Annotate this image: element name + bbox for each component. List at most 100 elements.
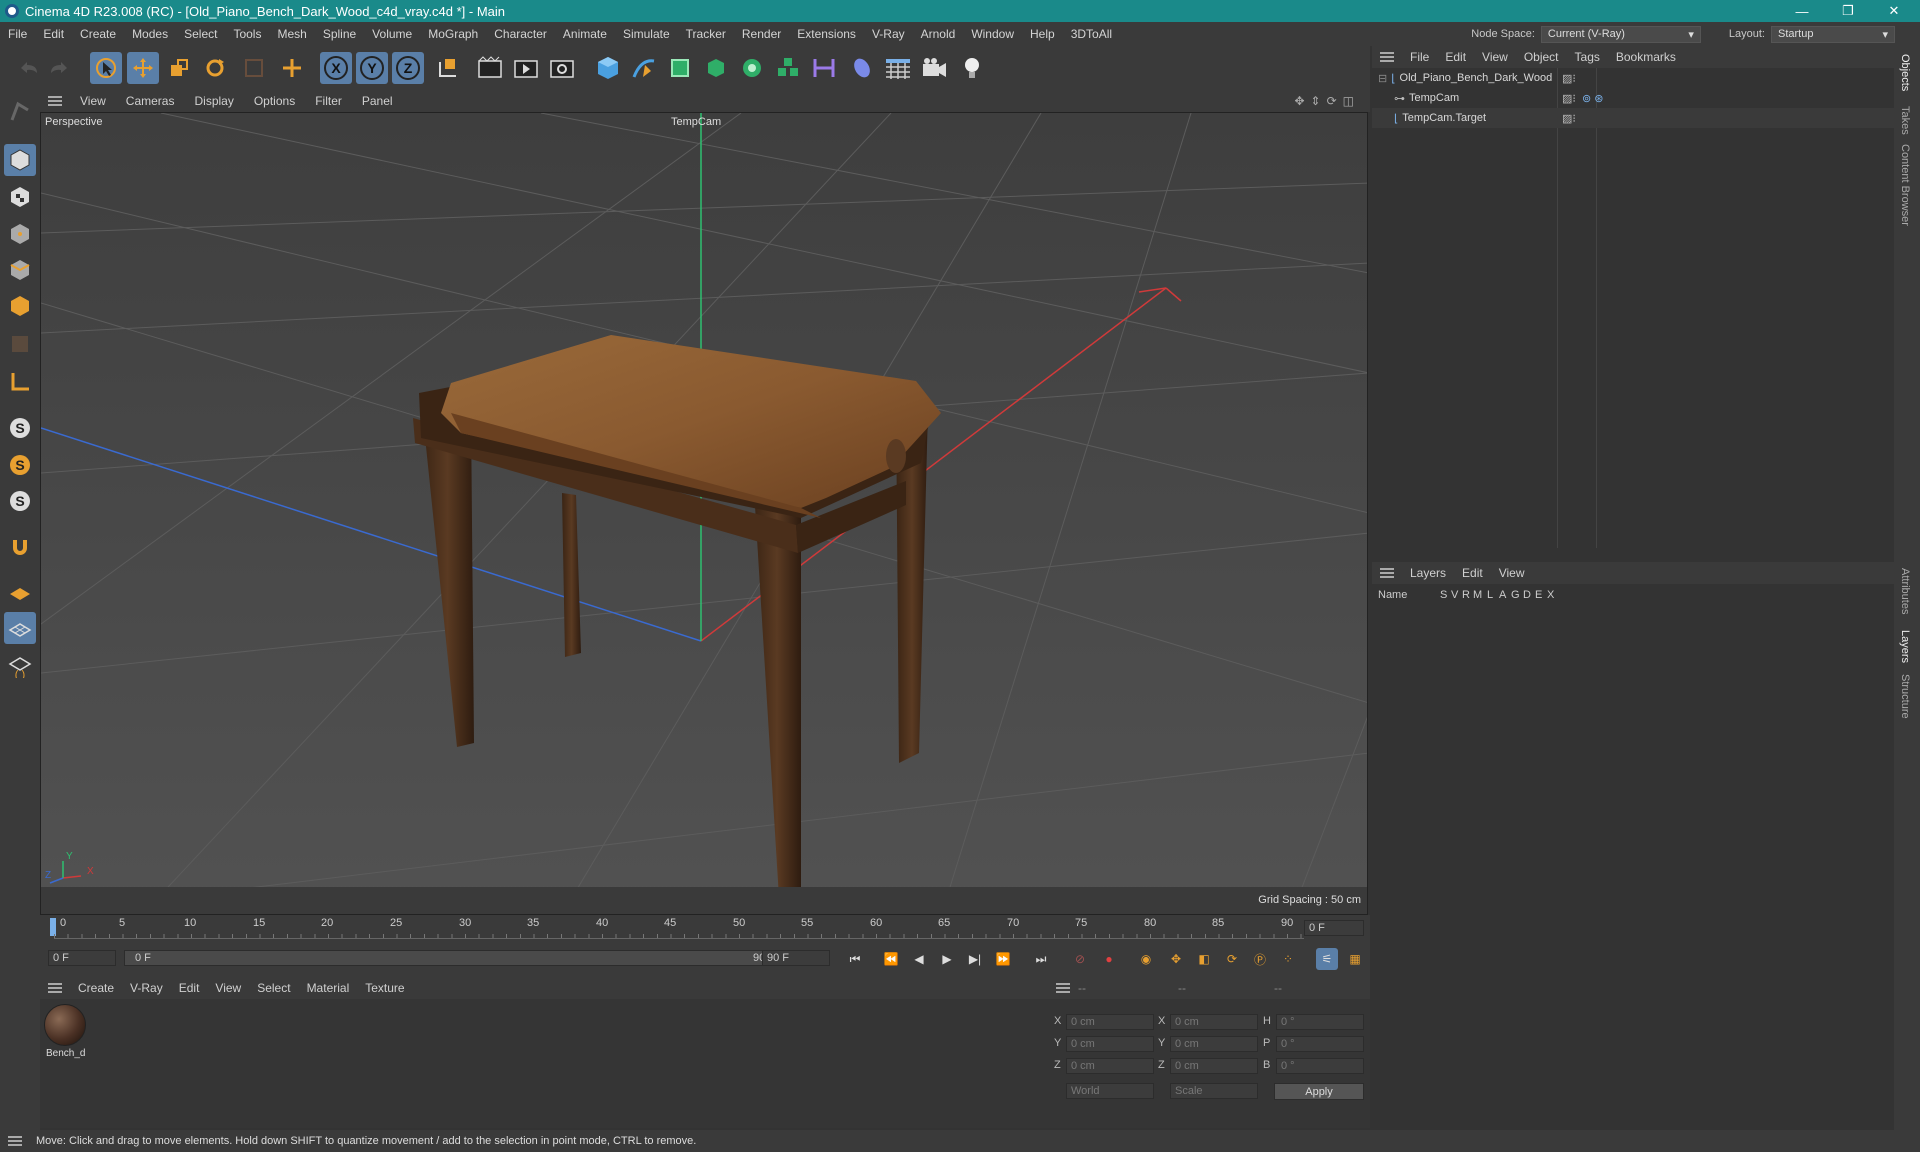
- material-menu-view[interactable]: View: [207, 981, 249, 995]
- tab-takes[interactable]: Takes: [1899, 106, 1911, 135]
- viewport-menu-view[interactable]: View: [70, 94, 116, 108]
- pos-y-field[interactable]: 0 cm: [1066, 1036, 1154, 1052]
- menu-window[interactable]: Window: [963, 27, 1022, 41]
- menu-extensions[interactable]: Extensions: [789, 27, 864, 41]
- points-mode-icon[interactable]: [4, 218, 36, 250]
- menu-simulate[interactable]: Simulate: [615, 27, 678, 41]
- layer-flag-g[interactable]: G: [1511, 589, 1523, 601]
- timeline-window-icon[interactable]: ▦: [1344, 948, 1366, 970]
- solo-single-icon[interactable]: S: [4, 449, 36, 481]
- texture-mode-icon[interactable]: [4, 181, 36, 213]
- light-object-icon[interactable]: [956, 52, 988, 84]
- target-tag-icon[interactable]: ⊚ ⊛: [1582, 92, 1604, 105]
- layer-flag-v[interactable]: V: [1451, 589, 1462, 601]
- polygons-mode-icon[interactable]: [4, 290, 36, 322]
- field-icon[interactable]: [846, 52, 878, 84]
- previous-frame-icon[interactable]: ◀: [908, 948, 930, 970]
- material-menu-vray[interactable]: V-Ray: [122, 981, 171, 995]
- viewport-menu-display[interactable]: Display: [184, 94, 243, 108]
- workplane-icon[interactable]: [4, 576, 36, 608]
- tab-layers[interactable]: Layers: [1899, 630, 1911, 663]
- menu-tools[interactable]: Tools: [225, 27, 269, 41]
- rot-h-field[interactable]: 0 °: [1276, 1014, 1364, 1030]
- tab-structure[interactable]: Structure: [1899, 674, 1911, 719]
- 3d-viewport[interactable]: Perspective TempCam Y Z X Grid Spacing :…: [40, 112, 1368, 915]
- recent-tool-icon[interactable]: [238, 52, 270, 84]
- z-axis-lock-icon[interactable]: Z: [392, 52, 424, 84]
- y-axis-lock-icon[interactable]: Y: [356, 52, 388, 84]
- material-menu-texture[interactable]: Texture: [357, 981, 412, 995]
- go-to-end-icon[interactable]: ⏭: [1030, 948, 1052, 970]
- workplane-grid-icon[interactable]: [4, 612, 36, 644]
- material-menu-create[interactable]: Create: [70, 981, 122, 995]
- subdivision-surface-icon[interactable]: [664, 52, 696, 84]
- menu-arnold[interactable]: Arnold: [913, 27, 964, 41]
- layout-dropdown[interactable]: Startup ▾: [1771, 25, 1895, 43]
- edit-toggle-icon[interactable]: ▨⁝: [1562, 112, 1576, 125]
- solo-hierarchy-icon[interactable]: S: [4, 485, 36, 517]
- pos-z-field[interactable]: 0 cm: [1066, 1058, 1154, 1074]
- scale-tool-icon[interactable]: [163, 52, 195, 84]
- material-menu-select[interactable]: Select: [249, 981, 298, 995]
- menu-character[interactable]: Character: [486, 27, 555, 41]
- menu-mesh[interactable]: Mesh: [269, 27, 314, 41]
- layer-flag-r[interactable]: R: [1462, 589, 1473, 601]
- go-to-start-icon[interactable]: ⏮: [844, 948, 866, 970]
- menu-volume[interactable]: Volume: [364, 27, 420, 41]
- layer-flag-a[interactable]: A: [1499, 589, 1511, 601]
- next-frame-icon[interactable]: ▶|: [964, 948, 986, 970]
- object-row-tempcam-target[interactable]: ⌊ TempCam.Target ▨⁝: [1372, 108, 1894, 128]
- key-pla-icon[interactable]: ⁘: [1277, 948, 1299, 970]
- extrude-icon[interactable]: [700, 52, 732, 84]
- locked-workplane-icon[interactable]: ( ): [4, 650, 36, 682]
- make-editable-icon[interactable]: [4, 96, 36, 128]
- start-frame-field[interactable]: 0 F: [48, 950, 116, 966]
- menu-modes[interactable]: Modes: [124, 27, 176, 41]
- motion-tracking-icon[interactable]: ⚟: [1316, 948, 1338, 970]
- size-y-field[interactable]: 0 cm: [1170, 1036, 1258, 1052]
- menu-help[interactable]: Help: [1022, 27, 1063, 41]
- viewport-menu-icon[interactable]: [48, 96, 62, 106]
- size-z-field[interactable]: 0 cm: [1170, 1058, 1258, 1074]
- keyframe-selection-icon[interactable]: ◉: [1135, 948, 1157, 970]
- layer-flag-m[interactable]: M: [1473, 589, 1487, 601]
- layer-menu-layers[interactable]: Layers: [1402, 566, 1454, 580]
- material-menu-icon[interactable]: [48, 983, 62, 993]
- menu-animate[interactable]: Animate: [555, 27, 615, 41]
- end-frame-field[interactable]: 90 F: [762, 950, 830, 966]
- live-selection-icon[interactable]: [276, 52, 308, 84]
- render-view-icon[interactable]: [474, 52, 506, 84]
- object-manager-menu-icon[interactable]: [1380, 52, 1394, 62]
- solo-off-icon[interactable]: S: [4, 412, 36, 444]
- layer-flag-s[interactable]: S: [1440, 589, 1451, 601]
- rot-p-field[interactable]: 0 °: [1276, 1036, 1364, 1052]
- render-settings-icon[interactable]: [546, 52, 578, 84]
- apply-button[interactable]: Apply: [1274, 1083, 1364, 1100]
- tab-content-browser[interactable]: Content Browser: [1899, 144, 1911, 226]
- node-space-dropdown[interactable]: Current (V-Ray) ▾: [1540, 25, 1701, 43]
- menu-spline[interactable]: Spline: [315, 27, 364, 41]
- menu-tracker[interactable]: Tracker: [678, 27, 734, 41]
- size-x-field[interactable]: 0 cm: [1170, 1014, 1258, 1030]
- layer-menu-view[interactable]: View: [1491, 566, 1533, 580]
- frame-range-slider[interactable]: 0 F 90 F: [124, 950, 790, 966]
- axis-mode-icon[interactable]: [4, 366, 36, 398]
- rotate-tool-icon[interactable]: [199, 52, 231, 84]
- om-menu-bookmarks[interactable]: Bookmarks: [1608, 50, 1684, 64]
- menu-vray[interactable]: V-Ray: [864, 27, 913, 41]
- key-scale-icon[interactable]: ◧: [1193, 948, 1215, 970]
- viewport-nav-icons[interactable]: ✥⇕⟳◫: [1294, 94, 1360, 108]
- pen-spline-icon[interactable]: [628, 52, 660, 84]
- menu-3dtoall[interactable]: 3DToAll: [1063, 27, 1120, 41]
- om-menu-edit[interactable]: Edit: [1437, 50, 1474, 64]
- viewport-menu-panel[interactable]: Panel: [352, 94, 403, 108]
- layer-menu-icon[interactable]: [1380, 568, 1394, 578]
- coordinate-space-dropdown[interactable]: World: [1066, 1083, 1154, 1099]
- play-icon[interactable]: ▶: [936, 948, 958, 970]
- menu-render[interactable]: Render: [734, 27, 789, 41]
- key-rotation-icon[interactable]: ⟳: [1221, 948, 1243, 970]
- cube-object-icon[interactable]: [592, 52, 624, 84]
- layer-flag-d[interactable]: D: [1523, 589, 1535, 601]
- select-tool-icon[interactable]: [90, 52, 122, 84]
- array-icon[interactable]: [772, 52, 804, 84]
